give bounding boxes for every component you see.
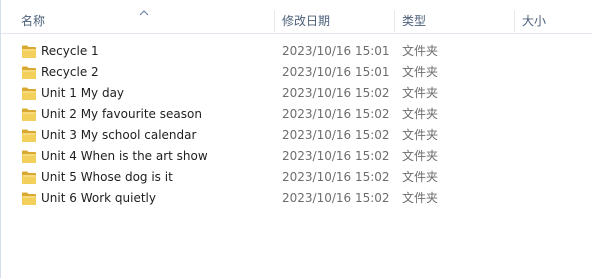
list-item[interactable]: Unit 4 When is the art show 2023/10/16 1… (1, 146, 592, 167)
file-name: Unit 5 Whose dog is it (41, 170, 173, 184)
file-type: 文件夹 (402, 86, 439, 100)
file-type: 文件夹 (402, 65, 439, 79)
folder-icon (22, 129, 36, 142)
file-date-modified: 2023/10/16 15:02 (282, 191, 390, 205)
file-name: Unit 2 My favourite season (41, 107, 202, 121)
file-type: 文件夹 (402, 170, 439, 184)
column-header-date-modified[interactable]: 修改日期 (282, 9, 392, 33)
file-name: Unit 3 My school calendar (41, 128, 197, 142)
folder-icon (22, 192, 36, 205)
folder-icon (22, 87, 36, 100)
file-date-modified: 2023/10/16 15:02 (282, 149, 390, 163)
file-name: Unit 1 My day (41, 86, 125, 100)
list-item[interactable]: Unit 1 My day 2023/10/16 15:02 文件夹 (1, 83, 592, 104)
file-type: 文件夹 (402, 107, 439, 121)
folder-icon (22, 150, 36, 163)
file-date-modified: 2023/10/16 15:02 (282, 86, 390, 100)
folder-icon (22, 66, 36, 79)
column-header-type[interactable]: 类型 (402, 9, 512, 33)
column-divider[interactable] (514, 10, 515, 32)
list-item[interactable]: Unit 5 Whose dog is it 2023/10/16 15:02 … (1, 167, 592, 188)
file-type: 文件夹 (402, 128, 439, 142)
list-item[interactable]: Recycle 2 2023/10/16 15:01 文件夹 (1, 62, 592, 83)
file-type: 文件夹 (402, 191, 439, 205)
column-divider[interactable] (274, 10, 275, 32)
folder-icon (22, 171, 36, 184)
file-date-modified: 2023/10/16 15:02 (282, 170, 390, 184)
file-type: 文件夹 (402, 44, 439, 58)
folder-icon (22, 108, 36, 121)
list-item[interactable]: Unit 2 My favourite season 2023/10/16 15… (1, 104, 592, 125)
file-date-modified: 2023/10/16 15:02 (282, 128, 390, 142)
file-list: Recycle 1 2023/10/16 15:01 文件夹 Recycle 2… (1, 41, 592, 209)
list-item[interactable]: Recycle 1 2023/10/16 15:01 文件夹 (1, 41, 592, 62)
list-item[interactable]: Unit 3 My school calendar 2023/10/16 15:… (1, 125, 592, 146)
column-header-size[interactable]: 大小 (522, 9, 592, 33)
file-name: Unit 6 Work quietly (41, 191, 156, 205)
file-name: Unit 4 When is the art show (41, 149, 208, 163)
list-item[interactable]: Unit 6 Work quietly 2023/10/16 15:02 文件夹 (1, 188, 592, 209)
file-date-modified: 2023/10/16 15:02 (282, 107, 390, 121)
folder-icon (22, 45, 36, 58)
file-date-modified: 2023/10/16 15:01 (282, 65, 390, 79)
file-list-view: 名称 修改日期 类型 大小 Recycle 1 2023/10/16 15:01… (0, 0, 592, 278)
column-header-name[interactable]: 名称 (21, 9, 273, 33)
column-divider[interactable] (394, 10, 395, 32)
file-date-modified: 2023/10/16 15:01 (282, 44, 390, 58)
file-type: 文件夹 (402, 149, 439, 163)
file-name: Recycle 1 (41, 44, 99, 58)
column-header-bar: 名称 修改日期 类型 大小 (1, 9, 592, 34)
file-name: Recycle 2 (41, 65, 99, 79)
